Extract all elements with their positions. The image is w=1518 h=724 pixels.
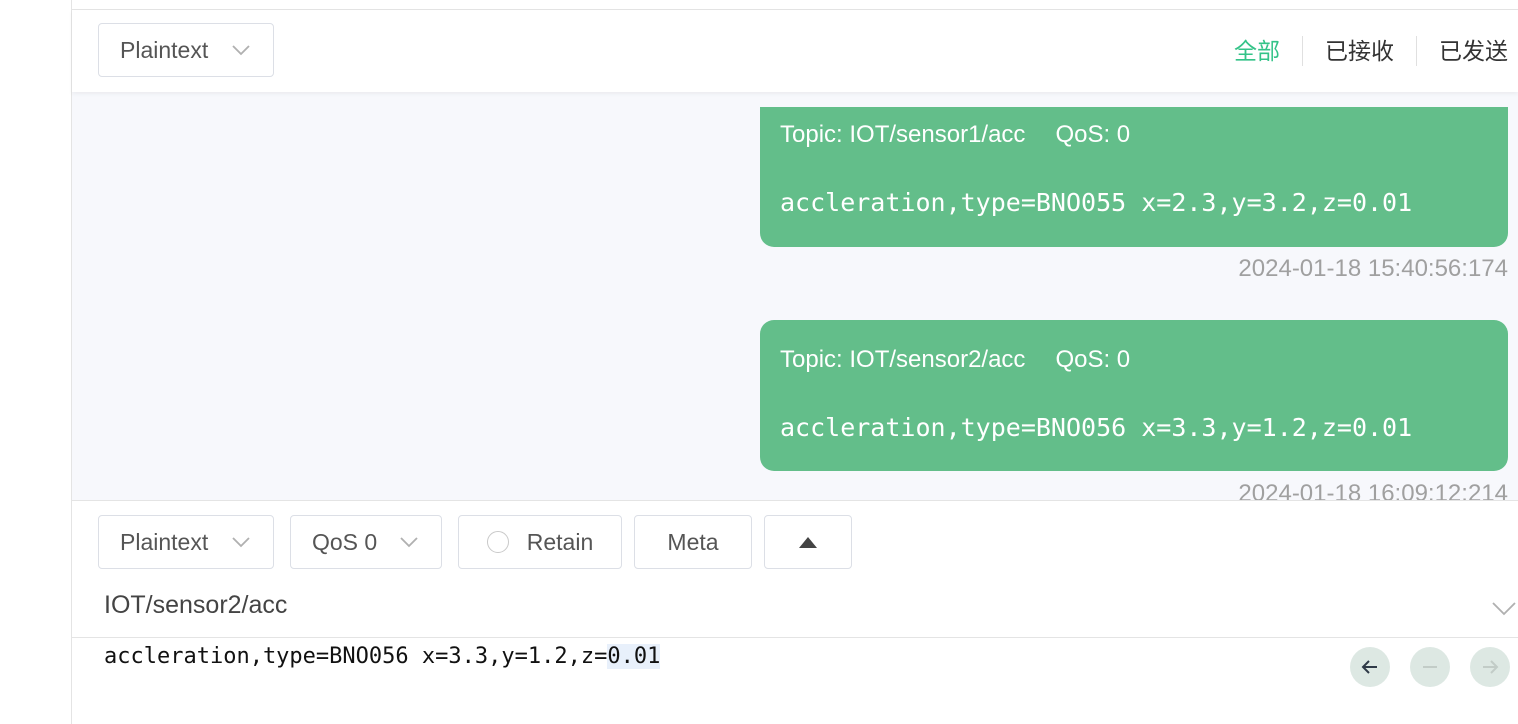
message-topic-line: Topic: IOT/sensor1/acc QoS: 0 xyxy=(780,121,1130,149)
chevron-down-icon xyxy=(400,537,418,548)
message-bubble[interactable]: Topic: IOT/sensor2/acc QoS: 0 accleration… xyxy=(760,320,1508,471)
publish-composer: Plaintext QoS 0 Retain Meta IOT/sensor2/… xyxy=(72,500,1518,724)
minus-icon xyxy=(1423,666,1437,668)
message-payload: accleration,type=BNO056 x=3.3,y=1.2,z=0.… xyxy=(780,413,1413,442)
qos-value: QoS 0 xyxy=(312,528,378,555)
collapse-button[interactable] xyxy=(764,515,852,569)
chevron-down-icon xyxy=(232,537,250,548)
topic-divider xyxy=(72,637,1518,638)
qos-select[interactable]: QoS 0 xyxy=(290,515,442,569)
publish-format-value: Plaintext xyxy=(120,528,209,555)
tab-sent[interactable]: 已发送 xyxy=(1417,36,1508,66)
message-qos: QoS: 0 xyxy=(1055,121,1131,148)
message-timestamp: 2024-01-18 15:40:56:174 xyxy=(1238,255,1508,282)
message-payload: accleration,type=BNO055 x=2.3,y=3.2,z=0.… xyxy=(780,188,1413,217)
left-sidebar-edge xyxy=(0,0,72,724)
top-border xyxy=(72,0,1518,10)
meta-label: Meta xyxy=(667,528,719,555)
arrow-right-icon xyxy=(1483,660,1499,674)
history-current-button[interactable] xyxy=(1410,647,1450,687)
chevron-down-icon xyxy=(232,45,250,56)
payload-text: accleration,type=BNO056 x=3.3,y=1.2,z= xyxy=(104,644,608,669)
history-prev-button[interactable] xyxy=(1350,647,1390,687)
payload-format-select[interactable]: Plaintext xyxy=(98,23,274,77)
retain-label: Retain xyxy=(526,528,594,555)
tab-received[interactable]: 已接收 xyxy=(1303,36,1416,66)
payload-selection: 0.01 xyxy=(607,644,661,669)
message-list[interactable]: Topic: IOT/sensor1/acc QoS: 0 accleration… xyxy=(72,92,1518,500)
message-bubble[interactable]: Topic: IOT/sensor1/acc QoS: 0 accleration… xyxy=(760,107,1508,247)
tab-all[interactable]: 全部 xyxy=(1212,36,1302,66)
retain-radio[interactable] xyxy=(486,531,509,553)
message-topic-line: Topic: IOT/sensor2/acc QoS: 0 xyxy=(780,346,1130,374)
message-topic: Topic: IOT/sensor1/acc xyxy=(780,121,1026,148)
history-nav xyxy=(1350,647,1510,687)
chevron-down-icon[interactable] xyxy=(1490,597,1518,619)
arrow-left-icon xyxy=(1361,660,1377,674)
caret-up-icon xyxy=(799,536,817,548)
payload-format-value: Plaintext xyxy=(120,36,209,63)
payload-editor[interactable]: accleration,type=BNO056 x=3.3,y=1.2,z=0.… xyxy=(104,641,661,673)
history-next-button[interactable] xyxy=(1470,647,1510,687)
message-qos: QoS: 0 xyxy=(1055,346,1131,373)
message-header-bar: Plaintext 全部 已接收 已发送 xyxy=(72,10,1518,92)
meta-button[interactable]: Meta xyxy=(634,515,752,569)
topic-input[interactable]: IOT/sensor2/acc xyxy=(104,591,287,620)
publish-format-select[interactable]: Plaintext xyxy=(98,515,274,569)
retain-toggle[interactable]: Retain xyxy=(458,515,622,569)
message-filter-tabs: 全部 已接收 已发送 xyxy=(1212,36,1508,66)
message-topic: Topic: IOT/sensor2/acc xyxy=(780,346,1026,373)
message-timestamp: 2024-01-18 16:09:12:214 xyxy=(1238,480,1508,500)
